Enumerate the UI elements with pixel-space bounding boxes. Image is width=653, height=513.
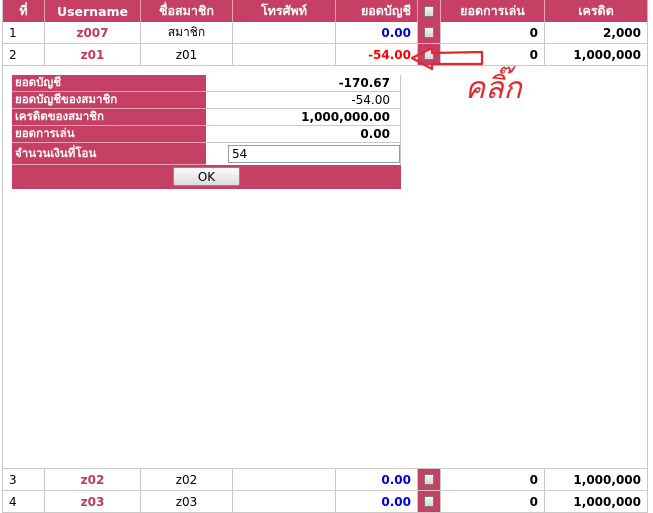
header-member-name[interactable]: ชื่อสมาชิก	[141, 0, 233, 22]
row-phone	[233, 491, 336, 513]
row-credit: 2,000	[545, 22, 648, 44]
transfer-panel-footer: OK	[12, 165, 401, 189]
member-balance-value: -54.00	[206, 92, 401, 109]
member-balance-row: ยอดบัญชีของสมาชิก -54.00	[12, 92, 401, 109]
row-no: 2	[2, 44, 45, 66]
row-phone	[233, 469, 336, 491]
row-checkbox[interactable]	[424, 27, 434, 38]
handwritten-click-text: คลิ๊ก	[465, 66, 523, 106]
row-username-link[interactable]: z007	[45, 22, 141, 44]
row-balance-link[interactable]: 0.00	[336, 22, 418, 44]
row-member-name: z02	[141, 469, 233, 491]
row-phone	[233, 22, 336, 44]
row-username-link[interactable]: z01	[45, 44, 141, 66]
row-member-name: สมาชิก	[141, 22, 233, 44]
row-username-link[interactable]: z03	[45, 491, 141, 513]
svg-text:คลิ๊ก: คลิ๊ก	[465, 66, 523, 106]
row-balance-link[interactable]: 0.00	[336, 491, 418, 513]
row-credit: 1,000,000	[545, 469, 648, 491]
transfer-amount-row: จำนวนเงินที่โอน	[12, 143, 401, 165]
account-balance-row: ยอดบัญชี -170.67	[12, 75, 401, 92]
transfer-panel: ยอดบัญชี -170.67 ยอดบัญชีของสมาชิก -54.0…	[12, 75, 401, 189]
header-play-total[interactable]: ยอดการเล่น	[441, 0, 545, 22]
row-balance-link[interactable]: -54.00	[336, 44, 418, 66]
header-select-all[interactable]	[418, 0, 441, 22]
transfer-amount-label: จำนวนเงินที่โอน	[12, 143, 206, 165]
account-balance-label: ยอดบัญชี	[12, 75, 206, 92]
row-balance-link[interactable]: 0.00	[336, 469, 418, 491]
row-member-name: z01	[141, 44, 233, 66]
play-total-row: ยอดการเล่น 0.00	[12, 126, 401, 143]
row-no: 1	[2, 22, 45, 44]
transfer-amount-input[interactable]	[228, 145, 400, 163]
row-username-link[interactable]: z02	[45, 469, 141, 491]
play-total-value: 0.00	[206, 126, 401, 143]
row-no: 3	[2, 469, 45, 491]
header-no: ที่	[2, 0, 45, 22]
member-credit-row: เครดิตของสมาชิก 1,000,000.00	[12, 109, 401, 126]
arrow-left-icon	[410, 46, 484, 71]
table-row: 4 z03 z03 0.00 0 1,000,000	[2, 491, 648, 513]
row-credit: 1,000,000	[545, 491, 648, 513]
row-phone	[233, 44, 336, 66]
row-checkbox[interactable]	[424, 474, 434, 485]
row-checkbox[interactable]	[424, 496, 434, 507]
member-credit-value: 1,000,000.00	[206, 109, 401, 126]
table-row: 3 z02 z02 0.00 0 1,000,000	[2, 469, 648, 491]
row-no: 4	[2, 491, 45, 513]
member-balance-label: ยอดบัญชีของสมาชิก	[12, 92, 206, 109]
click-annotation: คลิ๊ก	[410, 46, 523, 106]
account-balance-value: -170.67	[206, 75, 401, 92]
row-member-name: z03	[141, 491, 233, 513]
ok-button[interactable]: OK	[173, 167, 240, 186]
row-play-total: 0	[441, 491, 545, 513]
header-username[interactable]: Username	[45, 0, 141, 22]
table-header: ที่ Username ชื่อสมาชิก โทรศัพท์ ยอดบัญช…	[2, 0, 648, 22]
play-total-label: ยอดการเล่น	[12, 126, 206, 143]
row-credit: 1,000,000	[545, 44, 648, 66]
select-all-checkbox[interactable]	[424, 5, 434, 17]
row-play-total: 0	[441, 469, 545, 491]
member-credit-label: เครดิตของสมาชิก	[12, 109, 206, 126]
row-select[interactable]	[418, 469, 441, 491]
header-phone[interactable]: โทรศัพท์	[233, 0, 336, 22]
header-balance[interactable]: ยอดบัญชี	[336, 0, 418, 22]
row-select[interactable]	[418, 491, 441, 513]
header-credit[interactable]: เครดิต	[545, 0, 648, 22]
